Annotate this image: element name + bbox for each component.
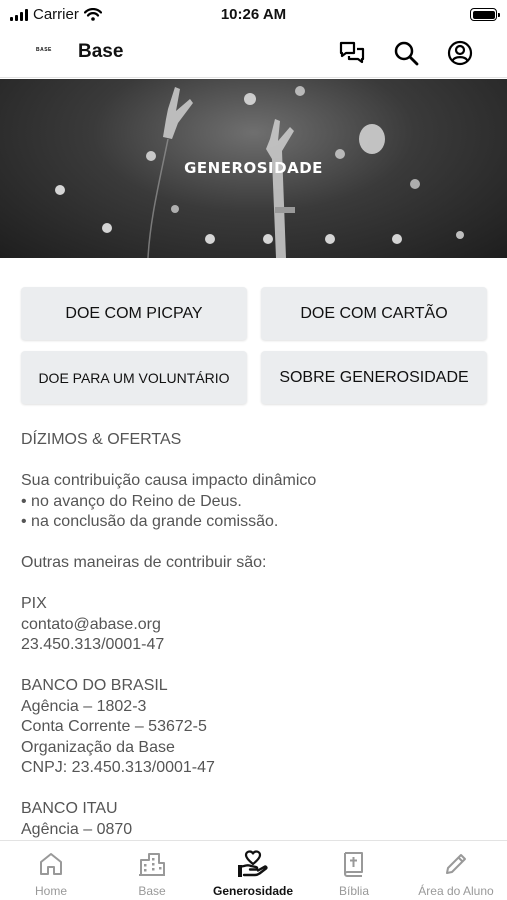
tab-biblia[interactable]: Bíblia bbox=[324, 841, 384, 900]
banco-brasil-info: BANCO DO BRASIL Agência – 1802-3 Conta C… bbox=[21, 677, 215, 776]
tab-home[interactable]: Home bbox=[21, 841, 81, 900]
home-icon bbox=[38, 850, 64, 878]
app-header: BASE Base bbox=[0, 28, 507, 78]
other-ways-text: Outras maneiras de contribuir são: bbox=[21, 554, 267, 571]
intro-text: Sua contribuição causa impacto dinâmico … bbox=[21, 472, 317, 530]
tab-base-label: Base bbox=[138, 884, 166, 898]
hero-title: GENEROSIDADE bbox=[184, 159, 323, 177]
doe-cartao-button[interactable]: DOE COM CARTÃO bbox=[261, 287, 487, 340]
banco-itau-info: BANCO ITAU Agência – 0870 bbox=[21, 800, 133, 838]
section-heading: DÍZIMOS & OFERTAS bbox=[21, 431, 182, 448]
profile-icon[interactable] bbox=[446, 39, 474, 67]
content-body: DÍZIMOS & OFERTAS Sua contribuição causa… bbox=[21, 430, 491, 840]
search-icon[interactable] bbox=[392, 39, 420, 67]
tab-area-aluno[interactable]: Área do Aluno bbox=[408, 841, 504, 900]
pencil-icon bbox=[443, 850, 469, 878]
tab-area-aluno-label: Área do Aluno bbox=[418, 884, 494, 898]
status-time: 10:26 AM bbox=[220, 6, 287, 23]
page-title: Base bbox=[78, 41, 124, 62]
hero-banner: GENEROSIDADE bbox=[0, 79, 507, 258]
status-bar: Carrier 10:26 AM bbox=[0, 0, 507, 28]
battery-icon bbox=[470, 8, 500, 21]
pix-info: PIX contato@abase.org 23.450.313/0001-47 bbox=[21, 595, 165, 653]
sobre-generosidade-button[interactable]: SOBRE GENEROSIDADE bbox=[261, 351, 487, 404]
tab-biblia-label: Bíblia bbox=[338, 884, 370, 898]
doe-picpay-button[interactable]: DOE COM PICPAY bbox=[21, 287, 247, 340]
tab-bar: Home Base Generosidade Bíblia Área do Al… bbox=[0, 840, 507, 900]
tab-generosidade[interactable]: Generosidade bbox=[203, 841, 303, 900]
chat-icon[interactable] bbox=[338, 39, 366, 67]
tab-home-label: Home bbox=[34, 884, 67, 898]
giving-hand-icon bbox=[238, 850, 268, 878]
doe-voluntario-button[interactable]: DOE PARA UM VOLUNTÁRIO bbox=[21, 351, 247, 404]
tab-generosidade-label: Generosidade bbox=[212, 884, 294, 898]
bible-icon bbox=[342, 850, 366, 878]
tab-base[interactable]: Base bbox=[122, 841, 182, 900]
buildings-icon bbox=[138, 850, 166, 878]
app-logo: BASE bbox=[36, 47, 52, 53]
